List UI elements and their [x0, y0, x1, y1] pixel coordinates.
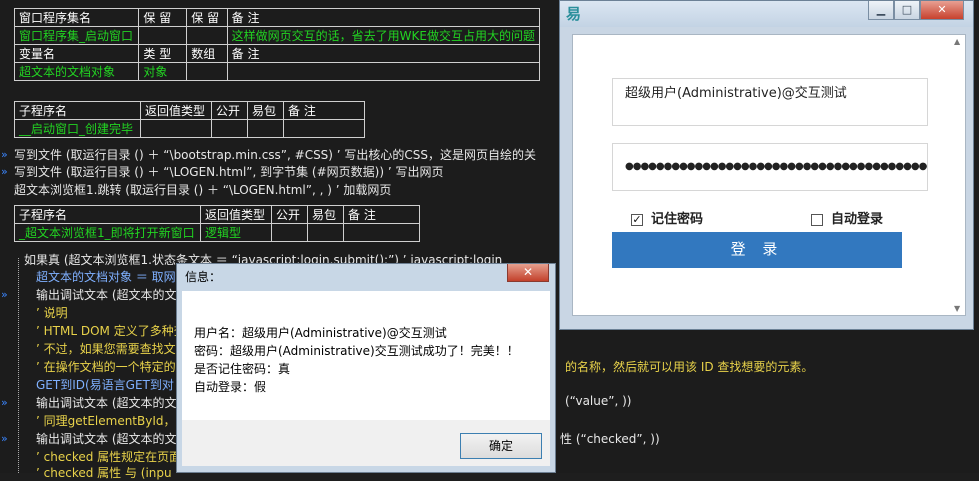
table-cell[interactable] — [186, 62, 228, 81]
table-cell[interactable] — [271, 223, 308, 242]
table-header: 保 留 — [186, 8, 228, 27]
table-header: 子程序名 — [14, 205, 201, 224]
code-line[interactable]: 写到文件 (取运行目录 () ＋ “\bootstrap.min.css”, #… — [14, 146, 536, 163]
close-button[interactable]: ✕ — [920, 1, 964, 20]
app-logo-icon: 易 — [566, 5, 582, 23]
table-cell[interactable] — [283, 119, 365, 138]
arrow-icon: » — [1, 288, 8, 301]
scroll-down-icon[interactable]: ▼ — [954, 304, 960, 313]
message-line: 用户名：超级用户(Administrative)@交互测试 — [194, 326, 447, 340]
code-comment[interactable]: ’ 不过，如果您需要查找文 — [36, 340, 176, 357]
table-header: 备 注 — [226, 8, 541, 27]
code-comment[interactable]: ’ 同理getElementById，用 — [36, 412, 188, 429]
code-line[interactable]: 超文本的文档对象 ＝ 取网 — [36, 268, 176, 285]
table-cell[interactable] — [186, 26, 228, 45]
table-header: 返回值类型 — [140, 101, 212, 120]
auto-login-label: 自动登录 — [831, 212, 884, 227]
table-cell[interactable]: 超文本的文档对象 — [13, 62, 140, 81]
code-comment[interactable]: ’ checked 属性规定在页面 — [36, 448, 181, 465]
code-line[interactable]: 写到文件 (取运行目录 () ＋ “\LOGEN.html”, 到字节集 (#网… — [14, 163, 443, 180]
close-button[interactable]: ✕ — [507, 264, 549, 282]
code-line[interactable]: 超文本浏览框1.跳转 (取运行目录 () ＋ “\LOGEN.html”, , … — [14, 181, 391, 198]
table-cell[interactable] — [226, 62, 541, 81]
arrow-icon: » — [1, 148, 8, 161]
dialog-body: 用户名：超级用户(Administrative)@交互测试 密码：超级用户(Ad… — [182, 291, 550, 420]
table-cell[interactable] — [343, 223, 420, 242]
table-header: 备 注 — [343, 205, 420, 224]
table-cell[interactable] — [140, 119, 212, 138]
code-line[interactable]: 输出调试文本 (超文本的文 — [36, 394, 177, 411]
table-cell[interactable]: 对象 — [138, 62, 188, 81]
message-line: 是否记住密码：真 — [194, 362, 291, 376]
code-line[interactable]: 输出调试文本 (超文本的文 — [36, 430, 177, 447]
arrow-icon: » — [1, 396, 8, 409]
message-line: 密码：超级用户(Administrative)交互测试成功了！完美！！ — [194, 344, 519, 358]
table-header: 返回值类型 — [200, 205, 272, 224]
login-window[interactable]: 易 ▁ □ ✕ 超级用户(Administrative)@交互测试 ●●●●●●… — [559, 0, 974, 330]
table-cell[interactable] — [307, 223, 344, 242]
arrow-icon: » — [1, 165, 8, 178]
code-comment[interactable]: ’ 在操作文档的一个特定的 — [36, 358, 176, 375]
table-header: 备 注 — [226, 44, 541, 63]
table-header: 变量名 — [13, 44, 140, 63]
table-header: 公开 — [271, 205, 308, 224]
table-header: 易包 — [247, 101, 284, 120]
table-cell[interactable] — [138, 26, 188, 45]
maximize-button[interactable]: □ — [894, 1, 920, 20]
message-dialog[interactable]: 信息： ✕ 用户名：超级用户(Administrative)@交互测试 密码：超… — [176, 263, 556, 473]
code-line[interactable]: GET到ID(易语言GET到对 — [36, 376, 174, 393]
arrow-icon: » — [1, 432, 8, 445]
login-button[interactable]: 登 录 — [612, 232, 902, 268]
ok-button[interactable]: 确定 — [460, 433, 542, 459]
table-cell[interactable] — [247, 119, 284, 138]
table-cell[interactable] — [211, 119, 248, 138]
scrollbar[interactable]: ▲ ▼ — [953, 35, 965, 315]
scroll-up-icon[interactable]: ▲ — [954, 37, 960, 46]
table-header: 类 型 — [138, 44, 188, 63]
minimize-button[interactable]: ▁ — [868, 1, 894, 20]
code-comment[interactable]: ’ HTML DOM 定义了多种查 — [36, 322, 186, 339]
dialog-title: 信息： — [185, 270, 222, 284]
remember-label: 记住密码 — [651, 212, 704, 227]
code-line[interactable]: 性 (“checked”, )) — [560, 430, 660, 447]
table-cell[interactable]: __启动窗口_创建完毕 — [14, 119, 141, 138]
code-comment[interactable]: 的名称，然后就可以用该 ID 查找想要的元素。 — [565, 358, 813, 375]
table-header: 数组 — [186, 44, 228, 63]
auto-login-checkbox[interactable] — [811, 214, 823, 226]
code-comment[interactable]: ’ 说明 — [36, 304, 68, 321]
remember-checkbox[interactable]: ✓ — [631, 214, 643, 226]
code-line[interactable]: 输出调试文本 (超文本的文 — [36, 286, 177, 303]
password-field[interactable]: ●●●●●●●●●●●●●●●●●●●●●●●●●●●●●●●●●●●●●●●●… — [612, 143, 928, 191]
subroutine-table: 子程序名 返回值类型 公开 易包 备 注 _超文本浏览框1_即将打开新窗口 逻辑… — [14, 205, 420, 242]
table-cell[interactable]: 逻辑型 — [200, 223, 272, 242]
flow-guide-line — [18, 258, 19, 473]
table-header: 保 留 — [138, 8, 188, 27]
username-field[interactable]: 超级用户(Administrative)@交互测试 — [612, 78, 928, 126]
message-line: 自动登录：假 — [194, 380, 267, 394]
code-line[interactable]: (“value”, )) — [565, 394, 631, 408]
window-assembly-table: 窗口程序集名 保 留 保 留 备 注 窗口程序集_启动窗口 这样做网页交互的话，… — [13, 8, 541, 81]
table-header: 子程序名 — [14, 101, 141, 120]
table-cell[interactable]: _超文本浏览框1_即将打开新窗口 — [14, 223, 201, 242]
table-cell[interactable]: 窗口程序集_启动窗口 — [13, 26, 140, 45]
dialog-footer: 确定 — [182, 420, 550, 466]
table-header: 易包 — [307, 205, 344, 224]
table-header: 公开 — [211, 101, 248, 120]
table-cell[interactable]: 这样做网页交互的话，省去了用WKE做交互占用大的问题 — [226, 26, 541, 45]
login-page: 超级用户(Administrative)@交互测试 ●●●●●●●●●●●●●●… — [572, 34, 966, 316]
table-header: 窗口程序集名 — [13, 8, 140, 27]
table-header: 备 注 — [283, 101, 365, 120]
title-bar[interactable]: 易 ▁ □ ✕ — [560, 1, 973, 27]
subroutine-table: 子程序名 返回值类型 公开 易包 备 注 __启动窗口_创建完毕 — [14, 101, 365, 138]
